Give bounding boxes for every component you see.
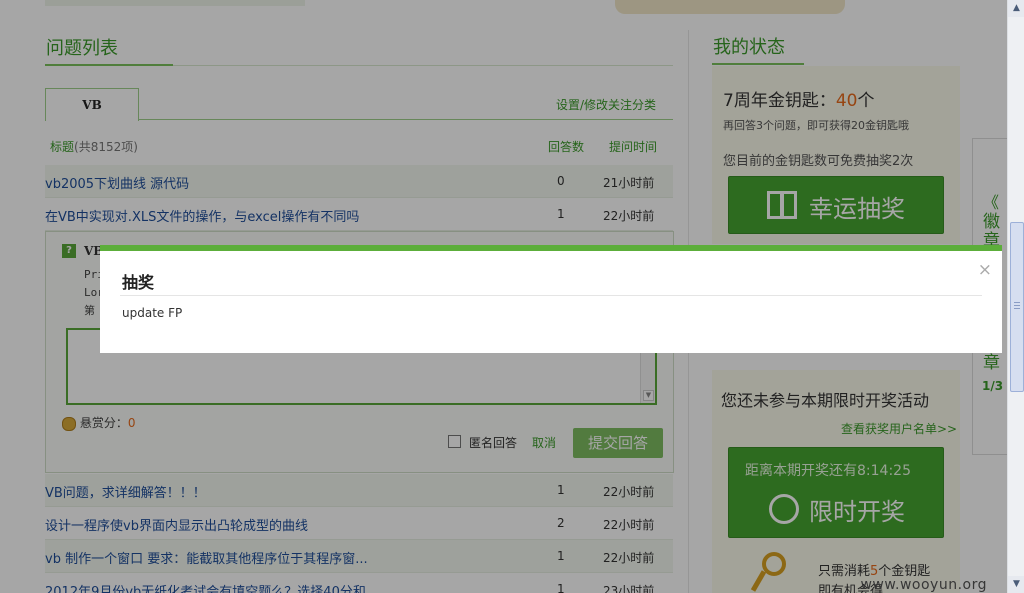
vertical-scrollbar[interactable]: ▲ ▼: [1007, 0, 1024, 593]
scroll-up-arrow-icon[interactable]: ▲: [1008, 0, 1024, 17]
lottery-modal: 抽奖 × update FP: [100, 245, 1002, 353]
scrollbar-thumb[interactable]: [1010, 222, 1024, 392]
thumb-grip: [1014, 308, 1020, 309]
page: 问题列表 VB 设置/修改关注分类 标题(共8152项) 回答数 提问时间 vb…: [0, 0, 1007, 593]
close-icon[interactable]: ×: [978, 260, 992, 280]
thumb-grip: [1014, 305, 1020, 306]
modal-title: 抽奖: [122, 273, 155, 292]
modal-divider: [120, 295, 982, 296]
modal-body: update FP: [122, 306, 183, 320]
scroll-down-arrow-icon[interactable]: ▼: [1008, 576, 1024, 593]
thumb-grip: [1014, 302, 1020, 303]
